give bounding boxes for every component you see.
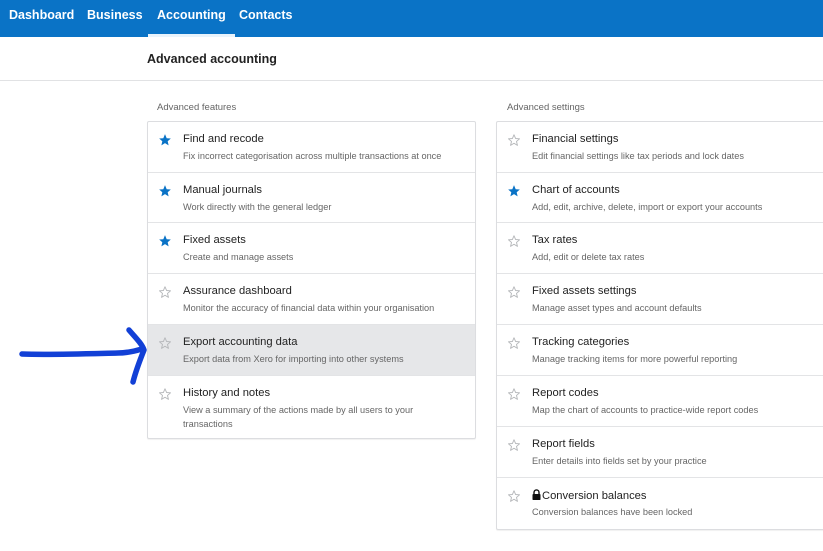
item-desc: Fix incorrect categorisation across mult… <box>183 151 442 161</box>
page-header: Advanced accounting <box>0 37 823 81</box>
star-outline-icon[interactable] <box>507 489 521 503</box>
item-desc: Add, edit, archive, delete, import or ex… <box>532 202 763 212</box>
feature-history-and-notes[interactable]: History and notes View a summary of the … <box>148 376 475 438</box>
tab-business[interactable]: Business <box>78 0 152 37</box>
item-desc: Manage tracking items for more powerful … <box>532 354 738 364</box>
item-title: Assurance dashboard <box>183 285 292 297</box>
item-title: Fixed assets settings <box>532 285 637 297</box>
item-title: Tracking categories <box>532 336 630 348</box>
item-desc: Create and manage assets <box>183 252 294 262</box>
item-desc: Add, edit or delete tax rates <box>532 252 645 262</box>
star-filled-icon[interactable] <box>158 184 172 198</box>
item-title: Fixed assets <box>183 234 246 246</box>
item-title: History and notes <box>183 387 271 399</box>
lock-icon <box>532 489 541 500</box>
star-outline-icon[interactable] <box>158 336 172 350</box>
setting-conversion-balances[interactable]: Conversion balances Conversion balances … <box>497 478 823 529</box>
star-outline-icon[interactable] <box>507 234 521 248</box>
item-desc: Conversion balances have been locked <box>532 507 693 517</box>
feature-assurance-dashboard[interactable]: Assurance dashboard Monitor the accuracy… <box>148 274 475 325</box>
item-title: Manual journals <box>183 184 262 196</box>
item-title: Export accounting data <box>183 336 298 348</box>
tab-accounting[interactable]: Accounting <box>148 0 235 37</box>
item-title: Financial settings <box>532 133 619 145</box>
setting-chart-of-accounts[interactable]: Chart of accounts Add, edit, archive, de… <box>497 173 823 223</box>
star-filled-icon[interactable] <box>507 184 521 198</box>
top-nav: Dashboard Business Accounting Contacts <box>0 0 823 37</box>
star-outline-icon[interactable] <box>158 285 172 299</box>
setting-financial-settings[interactable]: Financial settings Edit financial settin… <box>497 122 823 173</box>
item-desc: Enter details into fields set by your pr… <box>532 456 707 466</box>
item-title: Report fields <box>532 438 595 450</box>
feature-find-and-recode[interactable]: Find and recode Fix incorrect categorisa… <box>148 122 475 173</box>
page-title: Advanced accounting <box>147 52 277 66</box>
item-desc: Monitor the accuracy of financial data w… <box>183 303 435 313</box>
item-desc: Manage asset types and account defaults <box>532 303 702 313</box>
star-outline-icon[interactable] <box>507 438 521 452</box>
setting-tax-rates[interactable]: Tax rates Add, edit or delete tax rates <box>497 223 823 274</box>
star-outline-icon[interactable] <box>507 133 521 147</box>
item-title: Report codes <box>532 387 599 399</box>
star-outline-icon[interactable] <box>507 387 521 401</box>
tab-contacts[interactable]: Contacts <box>230 0 301 37</box>
setting-report-codes[interactable]: Report codes Map the chart of accounts t… <box>497 376 823 427</box>
item-desc: Edit financial settings like tax periods… <box>532 151 744 161</box>
setting-tracking-categories[interactable]: Tracking categories Manage tracking item… <box>497 325 823 376</box>
advanced-settings-label: Advanced settings <box>507 102 585 113</box>
setting-report-fields[interactable]: Report fields Enter details into fields … <box>497 427 823 478</box>
feature-manual-journals[interactable]: Manual journals Work directly with the g… <box>148 173 475 223</box>
tab-dashboard[interactable]: Dashboard <box>0 0 83 37</box>
item-title-row: Conversion balances <box>532 489 646 502</box>
item-desc: Map the chart of accounts to practice-wi… <box>532 405 759 415</box>
advanced-settings-card: Financial settings Edit financial settin… <box>496 121 823 530</box>
star-filled-icon[interactable] <box>158 133 172 147</box>
item-title: Tax rates <box>532 234 578 246</box>
item-desc: Export data from Xero for importing into… <box>183 354 404 364</box>
advanced-features-label: Advanced features <box>157 102 237 113</box>
setting-fixed-assets-settings[interactable]: Fixed assets settings Manage asset types… <box>497 274 823 325</box>
star-filled-icon[interactable] <box>158 234 172 248</box>
item-desc: Work directly with the general ledger <box>183 202 332 212</box>
feature-export-accounting-data[interactable]: Export accounting data Export data from … <box>148 325 475 376</box>
star-outline-icon[interactable] <box>158 387 172 401</box>
annotation-arrow-icon <box>19 327 147 385</box>
item-title: Conversion balances <box>542 490 647 502</box>
advanced-features-card: Find and recode Fix incorrect categorisa… <box>147 121 476 439</box>
item-desc: View a summary of the actions made by al… <box>183 405 414 429</box>
star-outline-icon[interactable] <box>507 285 521 299</box>
item-title: Find and recode <box>183 133 264 145</box>
item-title: Chart of accounts <box>532 184 620 196</box>
feature-fixed-assets[interactable]: Fixed assets Create and manage assets <box>148 223 475 274</box>
star-outline-icon[interactable] <box>507 336 521 350</box>
